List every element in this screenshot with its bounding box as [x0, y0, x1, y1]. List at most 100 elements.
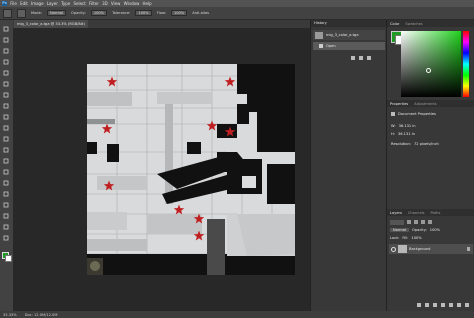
history-brush-icon[interactable]	[3, 125, 9, 131]
height-row: H: 36.131 in	[391, 132, 415, 136]
menu-layer[interactable]: Layer	[47, 1, 58, 6]
layers-filter-row	[390, 219, 472, 225]
menu-image[interactable]: Image	[31, 1, 44, 6]
tolerance-label: Tolerance:	[112, 11, 131, 15]
paths-tab[interactable]: Paths	[431, 211, 441, 215]
delete-layer-icon[interactable]	[465, 303, 469, 307]
hue-slider[interactable]	[463, 31, 469, 97]
menu-edit[interactable]: Edit	[20, 1, 28, 6]
type-filter-icon[interactable]	[421, 220, 425, 224]
pixel-filter-icon[interactable]	[407, 220, 411, 224]
channels-tab[interactable]: Channels	[408, 211, 425, 215]
resolution-value[interactable]: 72 pixels/inch	[414, 142, 439, 146]
menu-select[interactable]: Select	[73, 1, 85, 6]
properties-panel-header: Properties Adjustments	[387, 100, 474, 107]
pen-icon[interactable]	[3, 180, 9, 186]
layer-opacity-value[interactable]: 100%	[430, 228, 440, 232]
healing-icon[interactable]	[3, 92, 9, 98]
path-select-icon[interactable]	[3, 202, 9, 208]
history-snapshot[interactable]: mig_3_color_a.tga	[313, 30, 385, 40]
layer-row-background[interactable]: Background	[389, 244, 473, 254]
eraser-icon[interactable]	[3, 136, 9, 142]
flow-input[interactable]: 100%	[170, 10, 188, 16]
texture-canvas[interactable]	[87, 64, 295, 275]
new-layer-icon[interactable]	[457, 303, 461, 307]
zoom-icon[interactable]	[3, 235, 9, 241]
menu-type[interactable]: Type	[61, 1, 70, 6]
tools-panel	[0, 20, 14, 311]
menu-view[interactable]: View	[111, 1, 121, 6]
visibility-eye-icon[interactable]	[391, 246, 396, 252]
menu-file[interactable]: File	[10, 1, 17, 6]
dodge-icon[interactable]	[3, 169, 9, 175]
group-icon[interactable]	[449, 303, 453, 307]
shape-icon[interactable]	[3, 213, 9, 219]
document-info[interactable]: Doc: 12.0M/12.0M	[25, 313, 58, 317]
width-label: W:	[391, 124, 396, 128]
move-icon[interactable]	[3, 26, 9, 32]
menu-bar: Ps File Edit Image Layer Type Select Filter 3D V…	[0, 0, 474, 7]
menu-help[interactable]: Help	[143, 1, 152, 6]
opacity-input[interactable]: 100%	[90, 10, 108, 16]
layers-tab[interactable]: Layers	[390, 211, 402, 215]
tolerance-input[interactable]: 100%	[135, 10, 152, 16]
lasso-icon[interactable]	[3, 48, 9, 54]
opacity-label: Opacity:	[71, 11, 86, 15]
color-field[interactable]	[401, 31, 461, 97]
history-panel-tab[interactable]: History	[314, 21, 327, 25]
new-snapshot-icon[interactable]	[351, 56, 355, 60]
color-tab[interactable]: Color	[390, 22, 399, 26]
history-snapshot-label: mig_3_color_a.tga	[326, 33, 359, 37]
document-tab[interactable]: mig_3_color_a.tga @ 33.3% (RGB/8#)	[14, 20, 89, 28]
adjustment-layer-icon[interactable]	[441, 303, 445, 307]
layers-footer	[417, 303, 473, 308]
layer-name: Background	[409, 247, 431, 251]
brush-icon[interactable]	[3, 103, 9, 109]
height-value[interactable]: 36.131 in	[398, 132, 415, 136]
history-state-open[interactable]: Open	[313, 42, 385, 50]
blend-mode-select[interactable]: Normal	[390, 228, 410, 232]
gradient-icon[interactable]	[3, 147, 9, 153]
resolution-label: Resolution:	[391, 142, 411, 146]
fill-label: Fill:	[402, 236, 409, 240]
options-bar: Mode: Normal Opacity: 100% Tolerance: 10…	[0, 7, 474, 20]
height-label: H:	[391, 132, 395, 136]
link-layers-icon[interactable]	[417, 303, 421, 307]
trash-icon[interactable]	[367, 56, 371, 60]
menu-window[interactable]: Window	[124, 1, 140, 6]
adjustment-filter-icon[interactable]	[414, 220, 418, 224]
menu-filter[interactable]: Filter	[89, 1, 99, 6]
marquee-icon[interactable]	[3, 37, 9, 43]
type-icon[interactable]	[3, 191, 9, 197]
adjustments-tab[interactable]: Adjustments	[414, 102, 437, 106]
quick-select-icon[interactable]	[3, 59, 9, 65]
width-value[interactable]: 36.131 in	[399, 124, 416, 128]
hand-icon[interactable]	[3, 224, 9, 230]
color-picker-marker[interactable]	[426, 68, 431, 73]
lock-icon	[467, 247, 470, 251]
brush-preset-picker[interactable]	[17, 8, 26, 18]
toolbar-background-color[interactable]	[5, 255, 12, 262]
document-properties-title: Document Properties	[398, 112, 436, 116]
swatches-tab[interactable]: Swatches	[405, 22, 422, 26]
new-document-icon[interactable]	[359, 56, 363, 60]
layer-style-icon[interactable]	[425, 303, 429, 307]
tool-preset-picker[interactable]	[3, 8, 12, 18]
crop-icon[interactable]	[3, 70, 9, 76]
layer-filter-kind[interactable]	[390, 219, 404, 225]
menu-3d[interactable]: 3D	[102, 1, 108, 6]
document-icon	[391, 112, 395, 116]
fill-value[interactable]: 100%	[411, 236, 421, 240]
mode-select[interactable]: Normal	[47, 10, 67, 16]
resolution-row: Resolution: 72 pixels/inch	[391, 142, 439, 146]
shape-filter-icon[interactable]	[428, 220, 432, 224]
properties-tab[interactable]: Properties	[390, 102, 408, 106]
layer-lock-row: Lock: Fill: 100%	[390, 236, 422, 240]
blur-icon[interactable]	[3, 158, 9, 164]
eyedropper-icon[interactable]	[3, 81, 9, 87]
layer-mask-icon[interactable]	[433, 303, 437, 307]
stamp-icon[interactable]	[3, 114, 9, 120]
zoom-level[interactable]: 33.33%	[3, 313, 17, 317]
open-document-icon	[319, 44, 323, 48]
antialias-checkbox[interactable]: Anti-alias	[192, 11, 209, 15]
